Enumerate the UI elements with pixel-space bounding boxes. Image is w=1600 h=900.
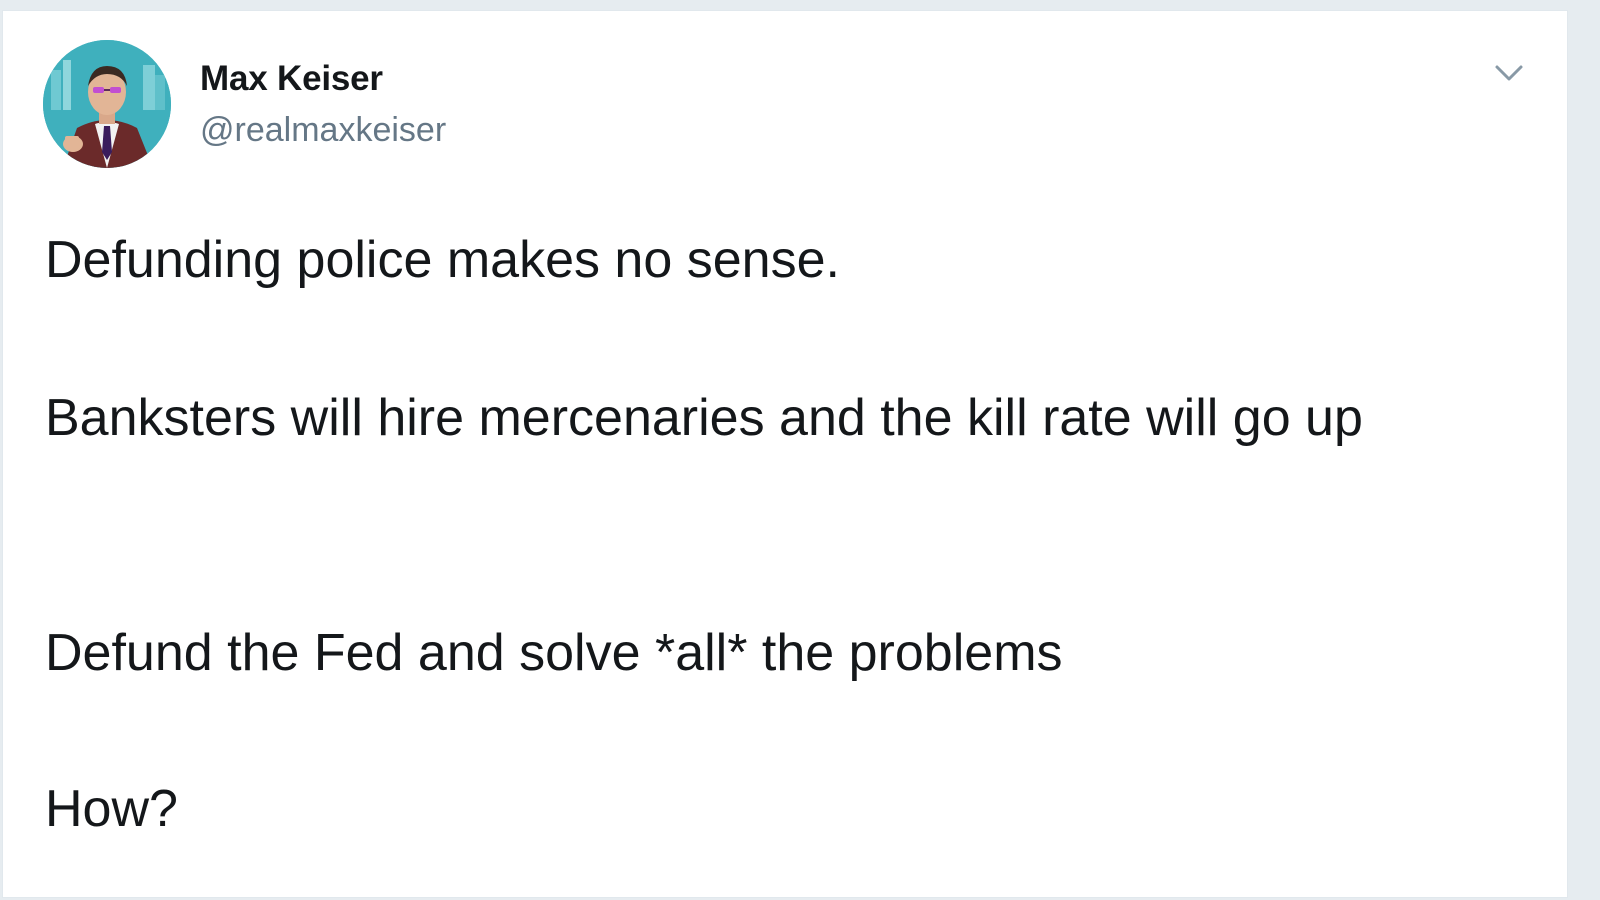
author-handle[interactable]: @realmaxkeiser — [200, 111, 446, 150]
author-display-name[interactable]: Max Keiser — [200, 59, 383, 99]
tweet-paragraph: Defunding police makes no sense. — [45, 231, 840, 289]
chevron-down-icon[interactable] — [1491, 59, 1527, 87]
avatar[interactable] — [43, 40, 171, 168]
tweet-paragraph: How? — [45, 780, 178, 838]
profile-photo-icon — [43, 40, 171, 168]
tweet-paragraph: Defund the Fed and solve *all* the probl… — [45, 624, 1063, 682]
tweet-card: Max Keiser @realmaxkeiser Defunding poli… — [2, 10, 1568, 898]
tweet-paragraph: Banksters will hire mercenaries and the … — [45, 389, 1363, 447]
